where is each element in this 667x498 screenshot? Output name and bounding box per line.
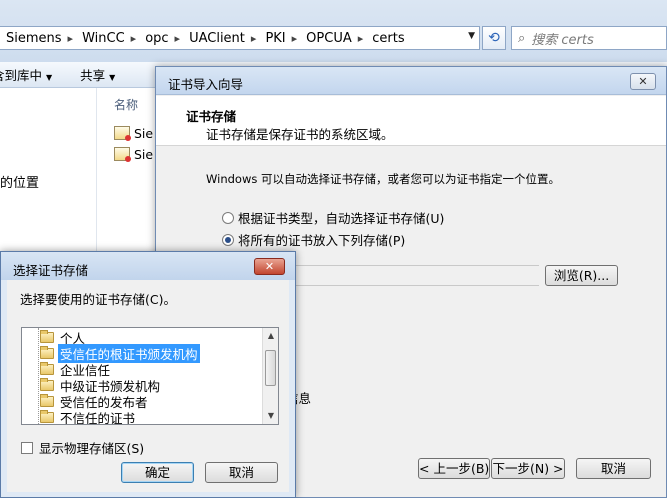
cancel-button[interactable]: 取消 xyxy=(576,458,651,479)
breadcrumb-certs[interactable]: certs xyxy=(366,31,407,46)
chevron-down-icon: ▼ xyxy=(109,73,116,82)
search-placeholder: 搜索 certs xyxy=(531,32,594,48)
radio-manual-label: 将所有的证书放入下列存储(P) xyxy=(238,233,406,248)
close-icon[interactable]: ✕ xyxy=(630,73,656,90)
radio-auto-select-store[interactable]: 根据证书类型，自动选择证书存储(U) xyxy=(222,208,444,227)
nav-item-location[interactable]: 的位置 xyxy=(0,172,39,191)
ok-button[interactable]: 确定 xyxy=(121,462,194,483)
chevron-right-icon[interactable]: ▸ xyxy=(172,32,184,45)
folder-icon xyxy=(40,361,54,375)
browse-button[interactable]: 浏览(R)... xyxy=(545,265,618,286)
chevron-right-icon[interactable]: ▸ xyxy=(128,32,140,45)
tree-item-label: 不信任的证书 xyxy=(60,410,136,425)
chevron-down-icon[interactable]: ▼ xyxy=(468,31,475,41)
next-button[interactable]: 下一步(N) > xyxy=(491,458,565,479)
checkbox[interactable] xyxy=(21,441,33,454)
file-name: Sie xyxy=(134,125,154,141)
search-icon: ⌕ xyxy=(518,30,526,46)
refresh-icon[interactable]: ⟲ xyxy=(482,26,506,50)
store-dialog-title: 选择证书存储 xyxy=(13,263,89,278)
store-dialog-body: 选择要使用的证书存储(C)。 个人 受信任的根证书颁发机构 企业信任 中级证书颁… xyxy=(7,280,289,492)
scroll-down-icon[interactable]: ▼ xyxy=(263,408,278,424)
breadcrumb-wincc[interactable]: WinCC xyxy=(76,31,128,46)
scroll-up-icon[interactable]: ▲ xyxy=(263,328,278,344)
store-prompt: 选择要使用的证书存储(C)。 xyxy=(20,292,176,307)
file-name: Sie xyxy=(134,146,154,162)
back-button[interactable]: < 上一步(B) xyxy=(418,458,490,479)
scrollbar-thumb[interactable] xyxy=(265,350,276,386)
show-physical-label: 显示物理存储区(S) xyxy=(39,441,145,456)
wizard-title: 证书导入向导 xyxy=(168,77,244,92)
search-input[interactable]: ⌕ 搜索 certs xyxy=(511,26,667,50)
share-label: 共享 xyxy=(80,68,106,83)
breadcrumb-uaclient[interactable]: UAClient xyxy=(183,31,248,46)
wizard-description: Windows 可以自动选择证书存储，或者您可以为证书指定一个位置。 xyxy=(206,172,560,186)
chevron-down-icon: ▼ xyxy=(46,73,53,82)
wizard-titlebar[interactable]: 证书导入向导 ✕ xyxy=(156,67,666,95)
wizard-step-subtitle: 证书存储是保存证书的系统区域。 xyxy=(206,127,394,142)
wizard-header: 证书存储 证书存储是保存证书的系统区域。 xyxy=(156,96,666,146)
certificate-store-tree[interactable]: 个人 受信任的根证书颁发机构 企业信任 中级证书颁发机构 受信任的发布者 不信任… xyxy=(21,327,279,425)
radio-button-selected[interactable] xyxy=(222,233,234,246)
include-in-library-label: 含到库中 xyxy=(0,68,43,83)
radio-button[interactable] xyxy=(222,211,234,224)
chevron-right-icon[interactable]: ▸ xyxy=(248,32,260,45)
address-bar[interactable]: Siemens ▸ WinCC ▸ opc ▸ UAClient ▸ PKI ▸… xyxy=(0,26,480,50)
folder-icon xyxy=(40,377,54,391)
chevron-right-icon[interactable]: ▸ xyxy=(289,32,301,45)
column-header-name[interactable]: 名称 xyxy=(114,96,138,113)
folder-icon xyxy=(40,409,54,423)
include-in-library-menu[interactable]: 含到库中 ▼ xyxy=(0,65,52,84)
breadcrumb-pki[interactable]: PKI xyxy=(259,31,288,46)
show-physical-stores-checkbox[interactable]: 显示物理存储区(S) xyxy=(21,438,144,457)
folder-icon xyxy=(40,345,54,359)
breadcrumb-siemens[interactable]: Siemens xyxy=(0,31,65,46)
wizard-step-title: 证书存储 xyxy=(186,109,237,124)
file-item[interactable]: Sie xyxy=(114,145,153,163)
radio-place-in-store[interactable]: 将所有的证书放入下列存储(P) xyxy=(222,230,405,249)
folder-icon xyxy=(40,329,54,343)
store-dialog-titlebar[interactable]: 选择证书存储 ✕ xyxy=(1,252,295,280)
tree-scrollbar[interactable]: ▲ ▼ xyxy=(262,328,278,424)
share-menu[interactable]: 共享 ▼ xyxy=(80,65,115,84)
file-item[interactable]: Sie xyxy=(114,124,153,142)
radio-auto-label: 根据证书类型，自动选择证书存储(U) xyxy=(238,211,445,226)
chevron-right-icon[interactable]: ▸ xyxy=(355,32,367,45)
close-icon[interactable]: ✕ xyxy=(254,258,285,275)
certificate-file-icon xyxy=(114,126,131,141)
chevron-right-icon[interactable]: ▸ xyxy=(65,32,77,45)
select-certificate-store-dialog: 选择证书存储 ✕ 选择要使用的证书存储(C)。 个人 受信任的根证书颁发机构 企… xyxy=(0,251,296,498)
certificate-file-icon xyxy=(114,147,131,162)
breadcrumb-opcua[interactable]: OPCUA xyxy=(300,31,355,46)
store-cancel-button[interactable]: 取消 xyxy=(205,462,278,483)
breadcrumb-opc[interactable]: opc xyxy=(139,31,171,46)
folder-icon xyxy=(40,393,54,407)
tree-item-untrusted[interactable]: 不信任的证书 xyxy=(34,409,137,425)
